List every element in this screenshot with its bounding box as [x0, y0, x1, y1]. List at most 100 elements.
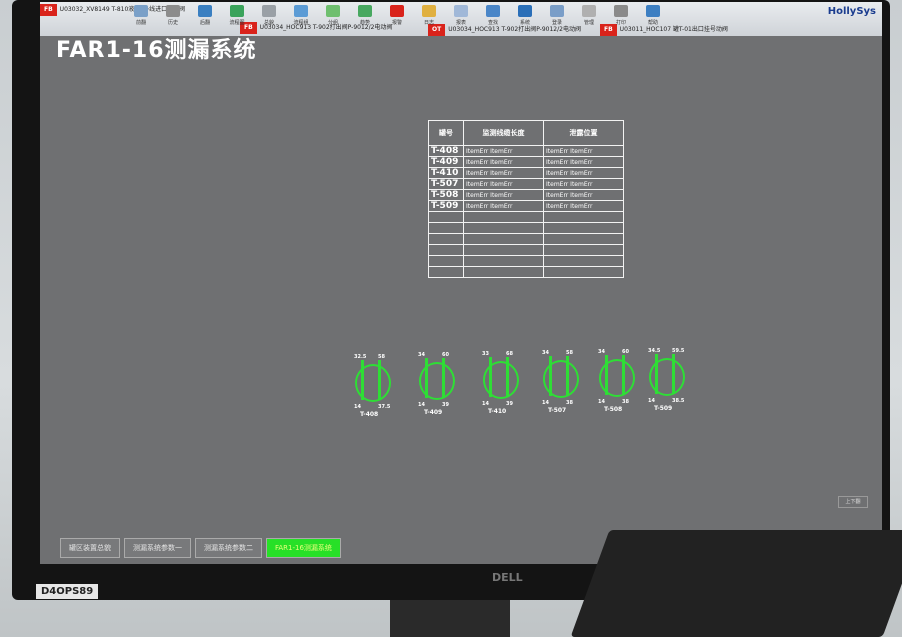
- length-cell: ItemErr ItemErr: [463, 167, 544, 179]
- position-cell: ItemErr ItemErr: [543, 178, 624, 190]
- overview-button[interactable]: 总貌: [256, 5, 282, 26]
- tank-cell: T-410: [428, 167, 464, 179]
- help-icon: [646, 5, 660, 17]
- gauge-value: 38: [622, 399, 629, 405]
- empty-row: [428, 266, 624, 278]
- alarm-button[interactable]: 报警: [384, 5, 410, 26]
- help-button[interactable]: 帮助: [640, 5, 666, 26]
- tank-gauge[interactable]: 34 60 14 38 T-508: [594, 349, 640, 417]
- empty-row: [428, 244, 624, 256]
- table-row: T-410 ItemErr ItemErr ItemErr ItemErr: [428, 167, 624, 179]
- gauge-bar-left: [425, 358, 428, 398]
- gauge-value: 60: [622, 349, 629, 355]
- gauge-value: 32.5: [354, 354, 367, 360]
- tank-gauge[interactable]: 34 58 14 38 T-507: [538, 350, 584, 418]
- gauge-label: T-410: [488, 408, 507, 415]
- length-cell: ItemErr ItemErr: [463, 156, 544, 168]
- key-icon: [550, 5, 564, 17]
- back-icon: [134, 5, 148, 17]
- flow-group-button[interactable]: 流程组: [288, 5, 314, 26]
- column-header: 罐号: [428, 120, 464, 146]
- gauge-value: 37.5: [378, 404, 391, 410]
- page-nav-button[interactable]: 上下翻: [838, 496, 868, 508]
- length-cell: ItemErr ItemErr: [463, 189, 544, 201]
- print-icon: [614, 5, 628, 17]
- forward-button[interactable]: 后翻: [192, 5, 218, 26]
- empty-row: [428, 222, 624, 234]
- length-cell: ItemErr ItemErr: [463, 200, 544, 212]
- gauge-value: 14: [542, 400, 549, 406]
- position-cell: ItemErr ItemErr: [543, 145, 624, 157]
- gauge-bar-right: [442, 358, 445, 398]
- table-row: T-507 ItemErr ItemErr ItemErr ItemErr: [428, 178, 624, 190]
- gauge-bar-right: [566, 356, 569, 396]
- length-cell: ItemErr ItemErr: [463, 145, 544, 157]
- back-button[interactable]: 前翻: [128, 5, 154, 26]
- gauge-value: 38.5: [672, 398, 685, 404]
- tab-leak-params-2[interactable]: 测漏系统参数二: [195, 538, 262, 558]
- tank-gauge[interactable]: 34 60 14 39 T-409: [414, 352, 460, 420]
- empty-row: [428, 255, 624, 267]
- group-button[interactable]: 分组: [320, 5, 346, 26]
- gauge-value: 38: [566, 400, 573, 406]
- monitor-stand: [390, 600, 510, 637]
- gauge-value: 60: [442, 352, 449, 358]
- find-button[interactable]: 查找: [480, 5, 506, 26]
- tank-cell: T-507: [428, 178, 464, 190]
- tab-tank-overview[interactable]: 罐区装置总貌: [60, 538, 120, 558]
- table-row: T-409 ItemErr ItemErr ItemErr ItemErr: [428, 156, 624, 168]
- search-icon: [486, 5, 500, 17]
- tank-gauge[interactable]: 34.5 59.5 14 38.5 T-509: [644, 348, 690, 416]
- tab-leak-params-1[interactable]: 测漏系统参数一: [124, 538, 191, 558]
- gauge-value: 34.5: [648, 348, 661, 354]
- gauge-value: 58: [378, 354, 385, 360]
- manage-icon: [582, 5, 596, 17]
- trend-button[interactable]: 趋势: [352, 5, 378, 26]
- gauge-label: T-409: [424, 409, 443, 416]
- gauge-value: 33: [482, 351, 489, 357]
- empty-row: [428, 233, 624, 245]
- position-cell: ItemErr ItemErr: [543, 189, 624, 201]
- forward-icon: [198, 5, 212, 17]
- position-cell: ItemErr ItemErr: [543, 156, 624, 168]
- gauge-value: 58: [566, 350, 573, 356]
- length-cell: ItemErr ItemErr: [463, 178, 544, 190]
- screen: FB U03032_XV8149 T-810液位2#线进口控制阀 FB U03034…: [40, 2, 882, 564]
- toolbar-buttons: 前翻 历史 后翻 流程图 总貌 流程组 分组 趋势 报警 日志 报表 查找 系统…: [128, 5, 666, 26]
- tank-gauge[interactable]: 33 68 14 39 T-410: [478, 351, 524, 419]
- manage-button[interactable]: 管理: [576, 5, 602, 26]
- gauge-value: 14: [598, 399, 605, 405]
- page-title: FAR1-16测漏系统: [56, 38, 257, 63]
- gauge-value: 14: [418, 402, 425, 408]
- gauge-value: 39: [506, 401, 513, 407]
- gauge-bar-left: [655, 354, 658, 394]
- log-icon: [422, 5, 436, 17]
- tank-gauge[interactable]: 32.5 58 14 37.5 T-408: [350, 354, 396, 422]
- system-button[interactable]: 系统: [512, 5, 538, 26]
- tab-leak-system[interactable]: FAR1-16测漏系统: [266, 538, 341, 558]
- empty-row: [428, 211, 624, 223]
- position-cell: ItemErr ItemErr: [543, 167, 624, 179]
- gauge-bar-left: [549, 356, 552, 396]
- bottom-tab-bar: 罐区装置总貌 测漏系统参数一 测漏系统参数二 FAR1-16测漏系统: [60, 538, 341, 558]
- gauge-value: 68: [506, 351, 513, 357]
- report-icon: [454, 5, 468, 17]
- gauge-label: T-408: [360, 411, 379, 418]
- trend-icon: [358, 5, 372, 17]
- asset-sticker: D4OPS89: [36, 584, 99, 599]
- monitor-bezel: FB U03032_XV8149 T-810液位2#线进口控制阀 FB U03034…: [12, 0, 890, 600]
- leak-table: 罐号 监测线缆长度 泄露位置 T-408 ItemErr ItemErr ItemE…: [428, 120, 624, 278]
- login-button[interactable]: 登录: [544, 5, 570, 26]
- log-button[interactable]: 日志: [416, 5, 442, 26]
- history-button[interactable]: 历史: [160, 5, 186, 26]
- gauge-value: 59.5: [672, 348, 685, 354]
- brand-logo: HollySys: [827, 6, 876, 17]
- gauge-value: 14: [648, 398, 655, 404]
- gauge-bar-left: [605, 355, 608, 395]
- print-button[interactable]: 打印: [608, 5, 634, 26]
- table-row: T-509 ItemErr ItemErr ItemErr ItemErr: [428, 200, 624, 212]
- gauge-value: 14: [354, 404, 361, 410]
- flowchart-button[interactable]: 流程图: [224, 5, 250, 26]
- report-button[interactable]: 报表: [448, 5, 474, 26]
- monitor-brand: DELL: [492, 571, 523, 584]
